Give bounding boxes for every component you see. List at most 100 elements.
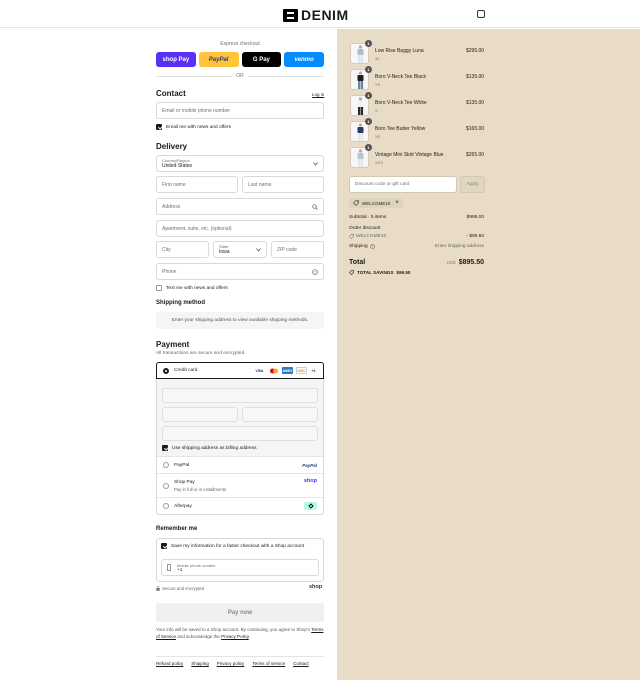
discount-code-input[interactable]: Discount code or gift card bbox=[349, 176, 457, 193]
refund-policy-link[interactable]: Refund policy bbox=[156, 661, 183, 666]
expiration-field[interactable] bbox=[162, 407, 238, 422]
shopping-bag-icon[interactable] bbox=[477, 10, 485, 18]
product-figure bbox=[351, 148, 368, 167]
paypal-label: PayPal bbox=[208, 56, 229, 63]
sms-news-checkbox[interactable]: Text me with news and offers bbox=[156, 285, 228, 291]
city-field[interactable]: City bbox=[156, 241, 209, 258]
afterpay-option[interactable]: Afterpay bbox=[157, 497, 323, 514]
card-number-field[interactable] bbox=[162, 388, 318, 403]
paypal-logo: PayPal bbox=[302, 462, 317, 468]
remove-discount-icon[interactable]: × bbox=[395, 200, 399, 206]
zip-field[interactable]: ZIP code bbox=[271, 241, 324, 258]
applied-discount-code: WELCOME10 bbox=[356, 234, 387, 239]
paypal-option-label: PayPal bbox=[174, 462, 190, 468]
brand-logo[interactable]: DENIM bbox=[283, 7, 349, 23]
order-discount-row: Order discount bbox=[349, 226, 484, 231]
afterpay-logo-icon bbox=[304, 502, 317, 510]
email-news-checkbox[interactable]: Email me with news and offers bbox=[156, 124, 231, 130]
quantity-badge: 1 bbox=[365, 66, 372, 73]
last-name-field[interactable]: Last name bbox=[242, 176, 324, 193]
subtotal-value: $995.00 bbox=[466, 215, 484, 220]
search-icon bbox=[312, 204, 318, 210]
or-divider: OR bbox=[156, 73, 324, 79]
security-code-field[interactable] bbox=[242, 407, 318, 422]
mobile-phone-prefix: +1 bbox=[177, 567, 183, 573]
credit-card-form: Use shipping address as billing address bbox=[157, 379, 323, 456]
pay-now-button[interactable]: Pay now bbox=[156, 603, 324, 622]
express-checkout-label: Express checkout bbox=[220, 41, 260, 47]
shop-pay-button[interactable]: shop Pay bbox=[156, 52, 196, 67]
address-field[interactable]: Address bbox=[156, 198, 324, 215]
product-figure bbox=[351, 44, 368, 63]
subtotal-row: Subtotal · 5 items $995.00 bbox=[349, 215, 484, 220]
login-link[interactable]: Log in bbox=[312, 92, 324, 97]
country-select[interactable]: Country/Region United States bbox=[156, 155, 324, 172]
shop-logo: shop bbox=[309, 584, 323, 590]
shipping-link[interactable]: Shipping bbox=[191, 661, 209, 666]
legal-period: . bbox=[248, 634, 251, 639]
venmo-label: venmo bbox=[294, 56, 314, 63]
legal-text-2: and acknowledge the bbox=[177, 634, 220, 639]
mobile-phone-field[interactable]: Mobile phone number +1 bbox=[161, 559, 319, 576]
express-checkout-buttons: shop Pay PayPal G Pay venmo bbox=[156, 52, 324, 67]
checkbox-checked-icon bbox=[162, 445, 168, 451]
first-name-placeholder: First name bbox=[162, 181, 186, 188]
name-on-card-field[interactable] bbox=[162, 426, 318, 441]
visa-icon: VISA bbox=[255, 368, 264, 373]
shop-privacy-link[interactable]: Privacy Policy bbox=[221, 634, 249, 639]
product-price: $165.00 bbox=[466, 126, 485, 132]
country-value: United States bbox=[162, 163, 193, 169]
checkbox-checked-icon bbox=[161, 543, 167, 549]
pay-now-label: Pay now bbox=[227, 609, 253, 616]
email-field[interactable]: Email or mobile phone number bbox=[156, 102, 324, 119]
privacy-policy-link[interactable]: Privacy policy bbox=[217, 661, 245, 666]
apartment-field[interactable]: Apartment, suite, etc. (optional) bbox=[156, 220, 324, 237]
help-icon[interactable]: ? bbox=[312, 269, 318, 275]
apartment-placeholder: Apartment, suite, etc. (optional) bbox=[162, 225, 232, 232]
total-label: Total bbox=[349, 259, 366, 266]
state-select[interactable]: State Iowa bbox=[213, 241, 267, 258]
contact-heading: Contact bbox=[156, 89, 186, 98]
tag-icon bbox=[353, 200, 359, 206]
credit-card-option[interactable]: Credit card VISA AMEX DISC +4 bbox=[156, 362, 324, 379]
radio-empty-icon bbox=[163, 482, 169, 489]
paypal-option[interactable]: PayPal PayPal bbox=[157, 456, 323, 473]
product-size: XXS bbox=[375, 160, 384, 165]
shipping-row: Shipping ? Enter shipping address bbox=[349, 244, 484, 249]
svg-text:?: ? bbox=[371, 245, 373, 249]
email-placeholder: Email or mobile phone number bbox=[162, 107, 231, 114]
billing-address-checkbox[interactable]: Use shipping address as billing address bbox=[162, 445, 318, 451]
apply-discount-button[interactable]: Apply bbox=[460, 176, 485, 193]
venmo-button[interactable]: venmo bbox=[284, 52, 324, 67]
phone-field[interactable]: Phone ? bbox=[156, 263, 324, 280]
chevron-down-icon bbox=[313, 162, 318, 166]
product-name: Boro V-Neck Tee Black bbox=[375, 74, 427, 80]
total-value: $895.50 bbox=[458, 259, 484, 266]
paypal-button[interactable]: PayPal bbox=[198, 52, 239, 67]
afterpay-option-label: Afterpay bbox=[174, 503, 192, 509]
currency-code: USD bbox=[446, 260, 456, 265]
checkbox-empty-icon bbox=[156, 285, 162, 291]
secure-label: Secure and encrypted bbox=[162, 586, 205, 591]
google-pay-button[interactable]: G Pay bbox=[241, 52, 282, 67]
shop-logo: shop bbox=[303, 478, 317, 484]
lock-icon bbox=[156, 586, 160, 591]
address-placeholder: Address bbox=[162, 203, 181, 210]
footer-links: Refund policy Shipping Privacy policy Te… bbox=[156, 656, 324, 666]
quantity-badge: 1 bbox=[365, 118, 372, 125]
cart-item: 1 Boro Tee Butter Yellow XS $165.00 bbox=[350, 118, 484, 143]
more-cards-badge: +4 bbox=[311, 368, 316, 373]
legal-text: Your info will be saved to a Shop accoun… bbox=[156, 626, 324, 640]
terms-of-service-link[interactable]: Terms of service bbox=[252, 661, 285, 666]
shipping-method-heading: Shipping method bbox=[156, 300, 205, 306]
shop-pay-option[interactable]: Shop Pay Pay in full or in installments … bbox=[157, 473, 323, 497]
product-size: XS bbox=[375, 82, 381, 87]
save-info-label: Save my information for a faster checkou… bbox=[171, 543, 305, 549]
first-name-field[interactable]: First name bbox=[156, 176, 238, 193]
product-size: XS bbox=[375, 134, 381, 139]
contact-link[interactable]: Contact bbox=[293, 661, 309, 666]
help-icon[interactable]: ? bbox=[369, 244, 375, 249]
save-info-checkbox[interactable]: Save my information for a faster checkou… bbox=[161, 543, 304, 549]
product-name: Vintage Mini Skirt Vintage Blue bbox=[375, 152, 444, 158]
radio-empty-icon bbox=[163, 503, 169, 509]
